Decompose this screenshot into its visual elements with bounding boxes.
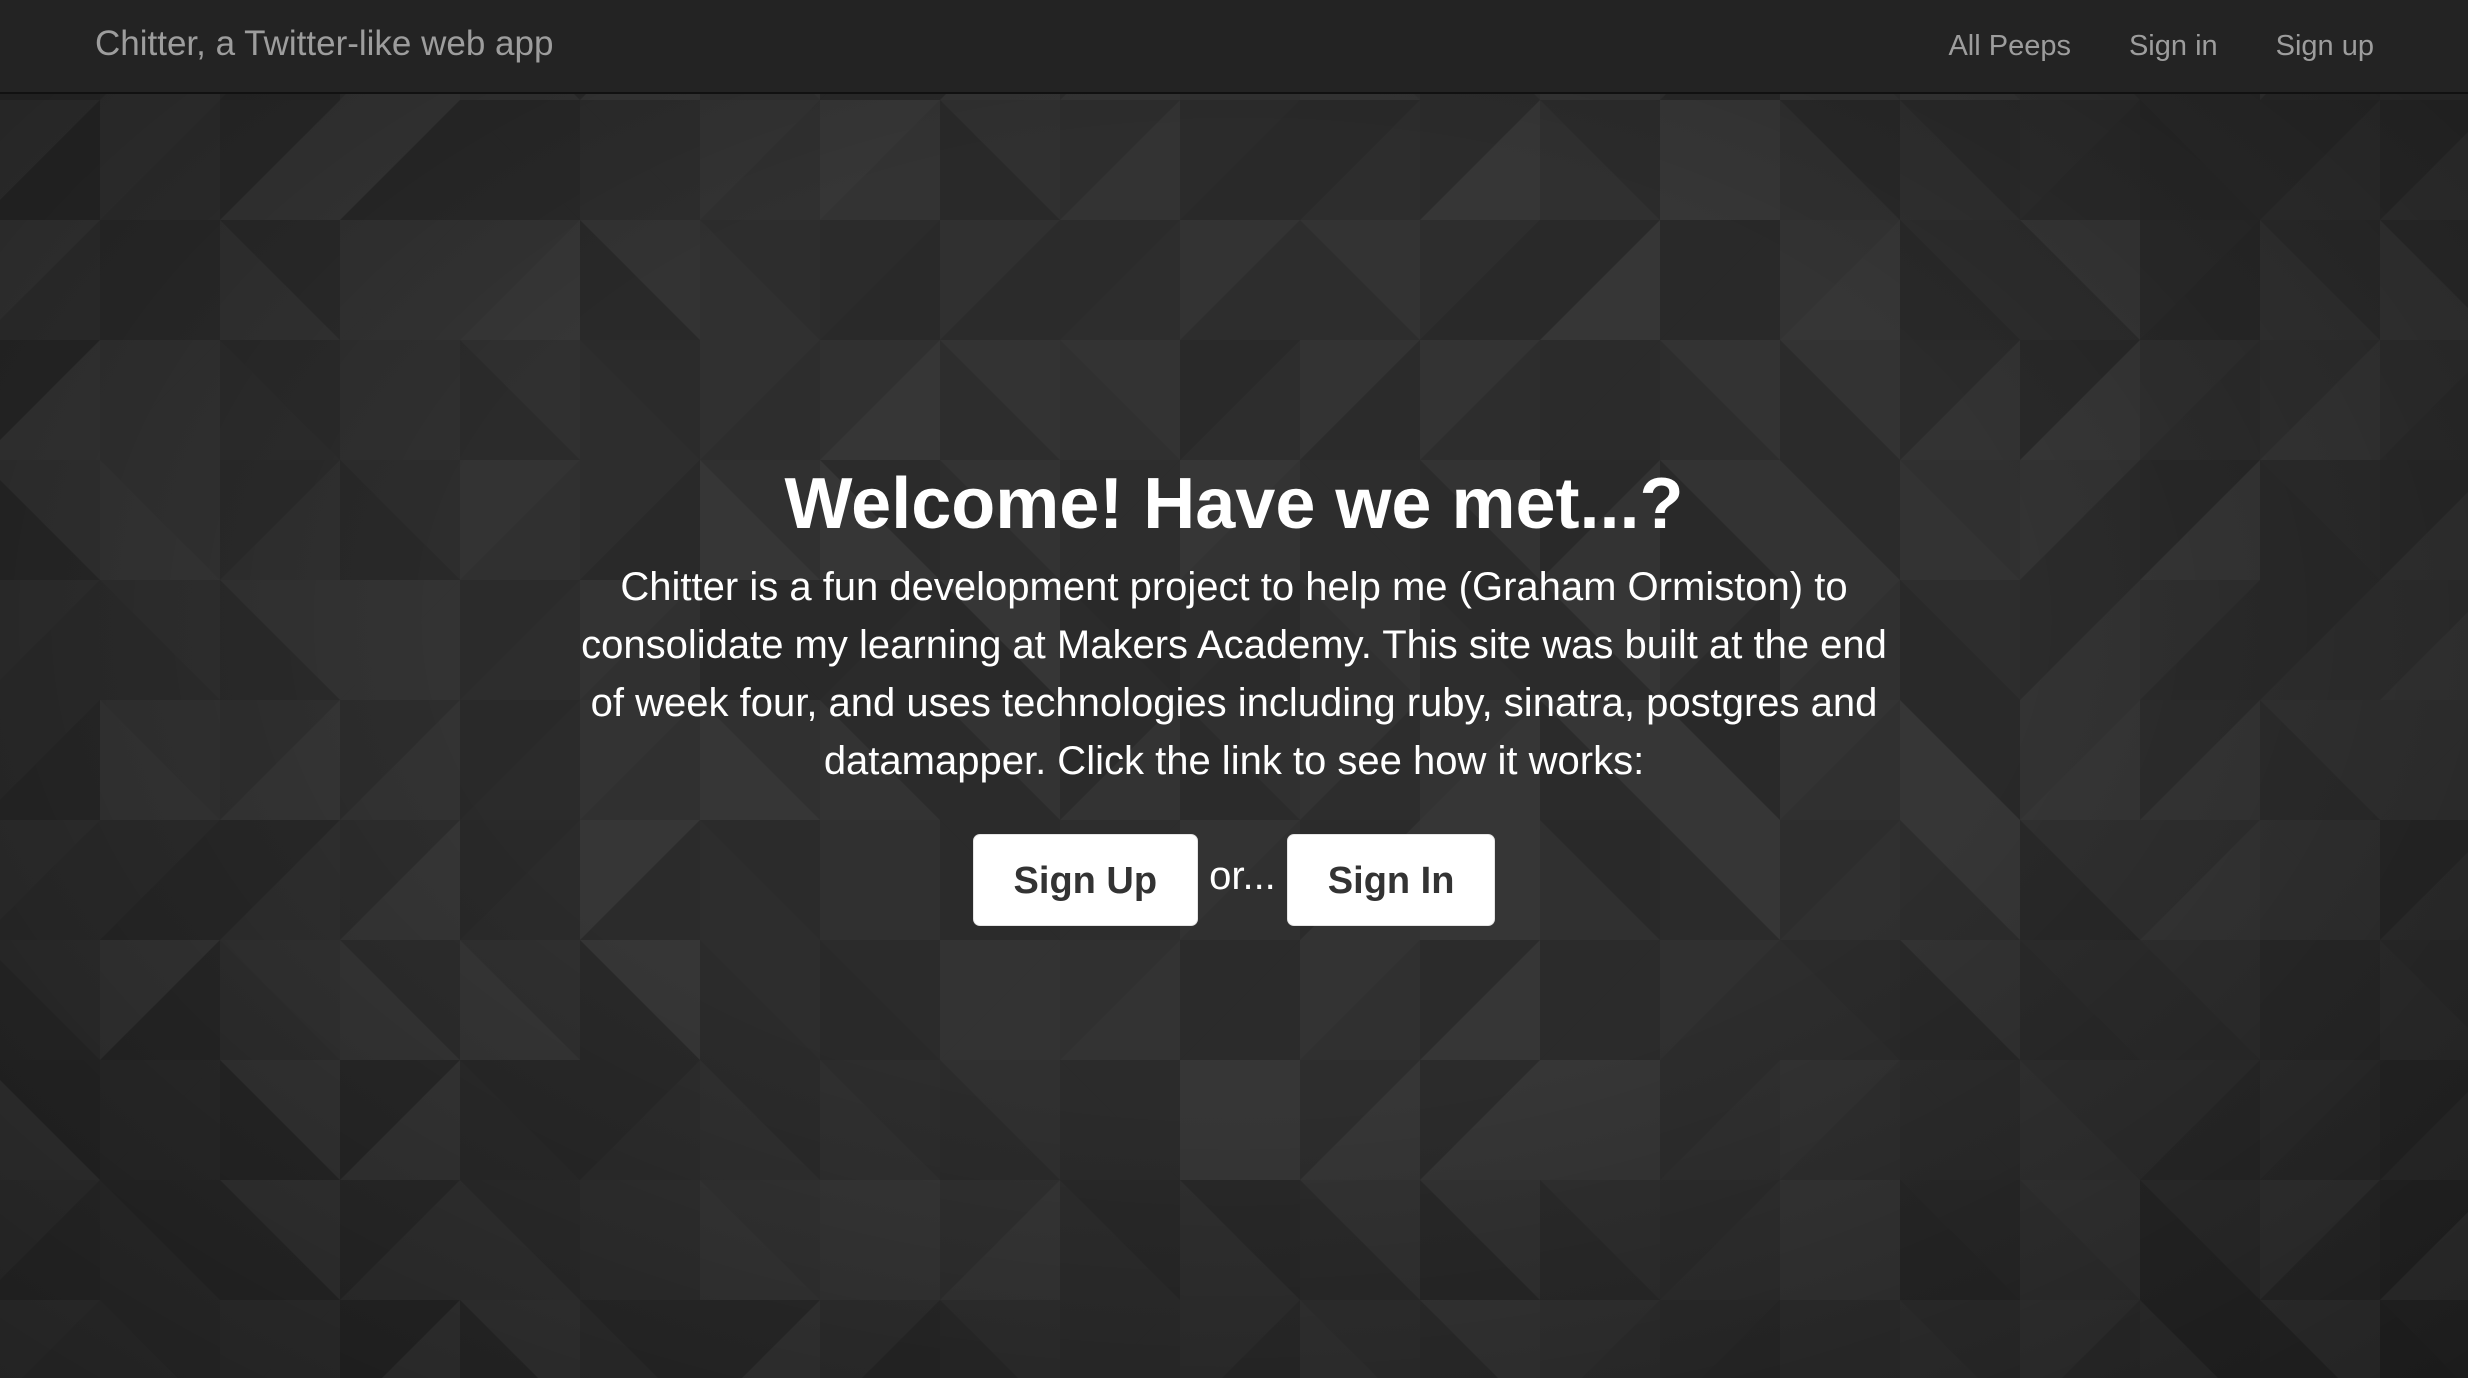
nav-link-sign-in[interactable]: Sign in [2100,2,2247,90]
sign-up-button[interactable]: Sign Up [972,834,1199,926]
navbar: Chitter, a Twitter-like web app All Peep… [0,0,2468,94]
or-separator: or... [1209,853,1276,898]
sign-in-button[interactable]: Sign In [1286,834,1496,926]
nav-link-sign-up[interactable]: Sign up [2247,2,2374,90]
page-title: Welcome! Have we met...? [784,464,1684,544]
hero-actions: Sign Up or... Sign In [534,834,1934,926]
nav-link-all-peeps[interactable]: All Peeps [1919,2,2100,90]
nav-links: All Peeps Sign in Sign up [1919,0,2374,92]
brand-link[interactable]: Chitter, a Twitter-like web app [95,0,553,92]
page: Chitter, a Twitter-like web app All Peep… [0,0,2468,1378]
intro-text: Chitter is a fun development project to … [581,565,1887,783]
hero: Welcome! Have we met...? Chitter is a fu… [534,452,1934,926]
